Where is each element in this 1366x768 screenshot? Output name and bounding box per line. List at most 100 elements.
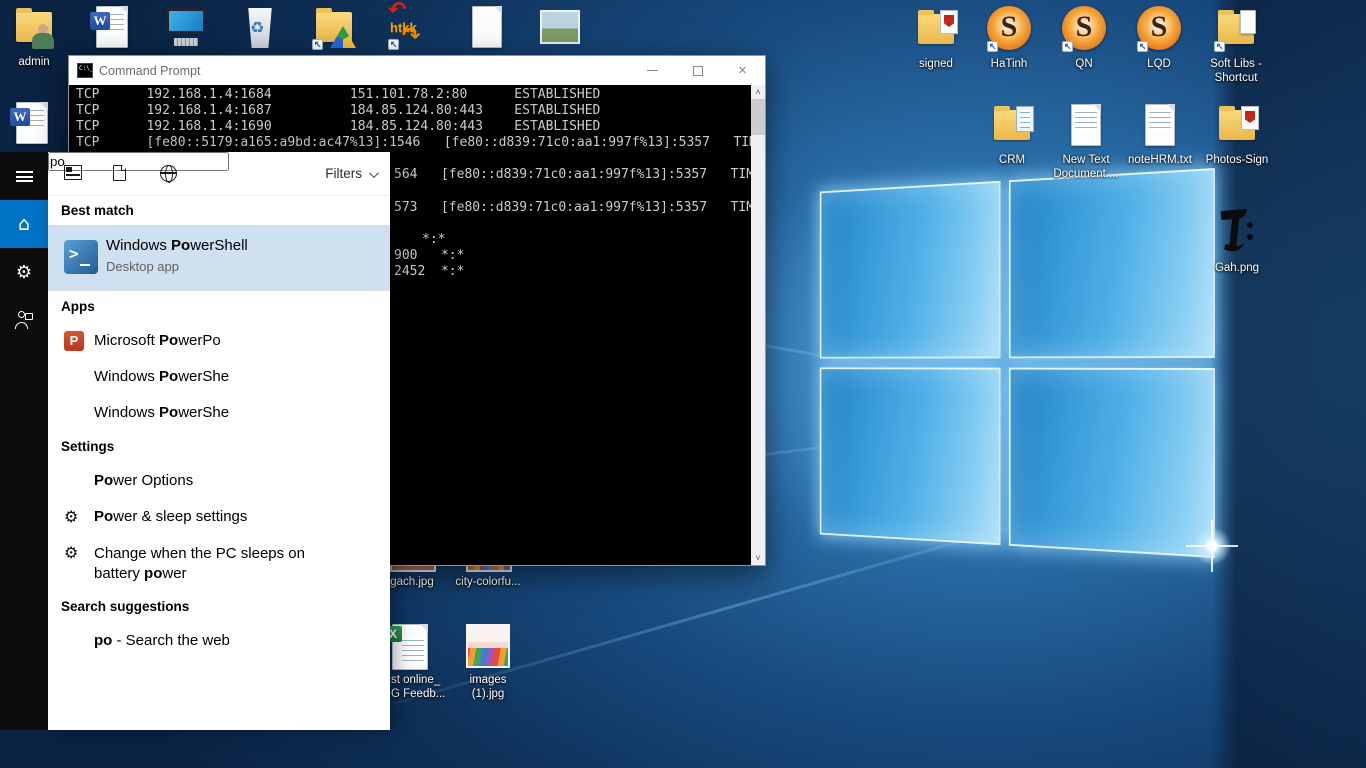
setting-result-pc-sleep-battery[interactable]: ⚙ Change when the PC sleeps on battery p…	[48, 535, 390, 587]
desktop-icon-label: Gah.png	[1199, 261, 1275, 275]
minimize-button[interactable]	[630, 56, 675, 85]
desktop-icon-images-1[interactable]: images (1).jpg	[450, 622, 526, 701]
desktop-icon-label: noteHRM.txt	[1122, 153, 1198, 167]
shortcut-arrow-icon	[1214, 41, 1225, 52]
desktop-icon-word-doc-2[interactable]: W	[0, 100, 70, 148]
desktop-icon-label: CRM	[974, 153, 1050, 167]
windows-logo-wallpaper	[820, 168, 1215, 558]
wallpaper-sparkle	[1192, 526, 1232, 566]
image-icon	[466, 624, 510, 668]
feedback-icon	[15, 311, 33, 329]
maximize-icon	[693, 66, 703, 76]
shortcut-arrow-icon	[1062, 41, 1073, 52]
settings-tab[interactable]: ⚙	[0, 248, 48, 296]
app-result-powershell-ise[interactable]: Windows PowerShe	[48, 395, 390, 431]
desktop-icon-photos-sign[interactable]: Photos-Sign	[1199, 102, 1275, 167]
section-search-suggestions: Search suggestions	[61, 599, 189, 614]
cmd-output-line: 573 [fe80::d839:71c0:aa1:997f%13]:5357 T…	[394, 200, 754, 216]
cmd-output-line: 900 *:*	[394, 248, 464, 264]
cmd-window-title: Command Prompt	[99, 64, 200, 78]
web-search-suggestion[interactable]: po - Search the web	[48, 623, 390, 659]
spreadsheet-icon	[1016, 106, 1034, 132]
powershell-icon	[64, 240, 98, 274]
desktop-icon-photo[interactable]	[522, 4, 598, 52]
search-icon	[64, 633, 84, 653]
gah-glyph-icon	[1217, 210, 1257, 256]
app-result-powershell[interactable]: Windows PowerShe	[48, 359, 390, 395]
search-rail: ⌂ ⚙	[0, 152, 48, 730]
desktop-icon-label: signed	[898, 57, 974, 71]
powershell-icon	[64, 367, 84, 387]
documents-filter-icon[interactable]	[113, 165, 126, 181]
desktop-icon-signed[interactable]: signed	[898, 6, 974, 71]
filters-dropdown[interactable]: Filters	[325, 166, 376, 181]
desktop-icon-this-pc[interactable]	[148, 4, 224, 52]
image-icon	[540, 10, 580, 44]
gear-icon: ⚙	[64, 543, 84, 563]
pdf-icon	[940, 10, 958, 34]
excel-file-icon: X	[386, 622, 432, 672]
desktop-icon-label: HaTinh	[971, 57, 1047, 71]
setting-result-power-options[interactable]: Power Options	[48, 463, 390, 499]
desktop-icon-notehrm[interactable]: noteHRM.txt	[1122, 102, 1198, 167]
power-options-icon	[64, 471, 84, 491]
windows-logo-pane	[820, 181, 1001, 359]
cmd-titlebar[interactable]: Command Prompt ×	[69, 56, 765, 85]
desktop-icon-qn[interactable]: QN	[1046, 6, 1122, 71]
recycle-bin-icon: ♻	[246, 8, 274, 48]
apps-filter-icon[interactable]	[64, 165, 82, 180]
windows-logo-pane	[1009, 368, 1215, 558]
desktop-icon-htkk[interactable]: ↶htkk↷	[372, 4, 448, 52]
desktop-icon-gah[interactable]: Gah.png	[1199, 210, 1275, 275]
desktop-icon-hatinh[interactable]: HaTinh	[971, 6, 1047, 71]
desktop-icon-label: QN	[1046, 57, 1122, 71]
desktop-icon-google-drive[interactable]	[296, 4, 372, 52]
close-button[interactable]: ×	[720, 56, 765, 85]
desktop-icon-crm[interactable]: CRM	[974, 102, 1050, 167]
cmd-output-line: TCP [fe80::5179:a165:a9bd:ac47%13]:1546 …	[76, 135, 757, 151]
word-icon: W	[90, 12, 110, 30]
scrollbar-thumb[interactable]	[751, 99, 765, 135]
desktop-icon-softlibs[interactable]: Soft Libs - Shortcut	[1198, 6, 1274, 85]
desktop-icon-label: New Text Document....	[1048, 153, 1124, 181]
cmd-output-line: TCP 192.168.1.4:1684 151.101.78.2:80 EST…	[76, 87, 600, 103]
gear-icon: ⚙	[16, 262, 32, 283]
desktop-icon-label: admin	[0, 55, 72, 69]
desktop-icon-label: Soft Libs - Shortcut	[1198, 57, 1274, 85]
section-best-match: Best match	[61, 203, 134, 218]
setting-result-power-sleep[interactable]: ⚙ Power & sleep settings	[48, 499, 390, 535]
desktop-icon-blank-doc[interactable]	[448, 4, 524, 52]
desktop-icon-label: city-colorfu...	[450, 575, 526, 589]
scroll-up-icon[interactable]: ˄	[751, 85, 765, 99]
feedback-tab[interactable]	[0, 296, 48, 344]
scroll-down-icon[interactable]: ˅	[751, 551, 765, 565]
best-match-subtitle: Desktop app	[106, 259, 179, 274]
powershell-ise-icon	[64, 403, 84, 423]
cmd-output-line: *:*	[422, 232, 445, 248]
minimize-icon	[647, 70, 658, 71]
maximize-button[interactable]	[675, 56, 720, 85]
search-filter-header: Filters	[48, 152, 390, 196]
shortcut-arrow-icon	[1137, 41, 1148, 52]
app-result-powerpoint[interactable]: P Microsoft PowerPo	[48, 323, 390, 359]
menu-button[interactable]	[0, 152, 48, 200]
desktop-icon-admin[interactable]: admin	[0, 4, 72, 69]
word-icon: W	[10, 108, 30, 126]
gear-icon: ⚙	[64, 507, 84, 527]
search-results-panel: Filters Best match Windows PowerShell De…	[48, 152, 390, 730]
best-match-result[interactable]: Windows PowerShell Desktop app	[48, 225, 390, 291]
cmd-window-icon	[77, 63, 93, 78]
computer-icon	[166, 8, 206, 34]
desktop-icon-lqd[interactable]: LQD	[1121, 6, 1197, 71]
home-tab[interactable]: ⌂	[0, 200, 48, 248]
desktop-icon-word-doc[interactable]: W	[74, 4, 150, 52]
windows-logo-pane	[1009, 168, 1215, 358]
shortcut-arrow-icon	[987, 41, 998, 52]
document-icon	[1240, 10, 1256, 34]
desktop-icon-new-text-document[interactable]: New Text Document....	[1048, 102, 1124, 181]
home-icon: ⌂	[18, 213, 30, 235]
scrollbar[interactable]: ˄ ˅	[751, 85, 765, 565]
pdf-icon	[1241, 106, 1259, 130]
desktop-icon-recycle-bin[interactable]: ♻	[222, 4, 298, 52]
web-filter-icon[interactable]	[160, 165, 177, 182]
